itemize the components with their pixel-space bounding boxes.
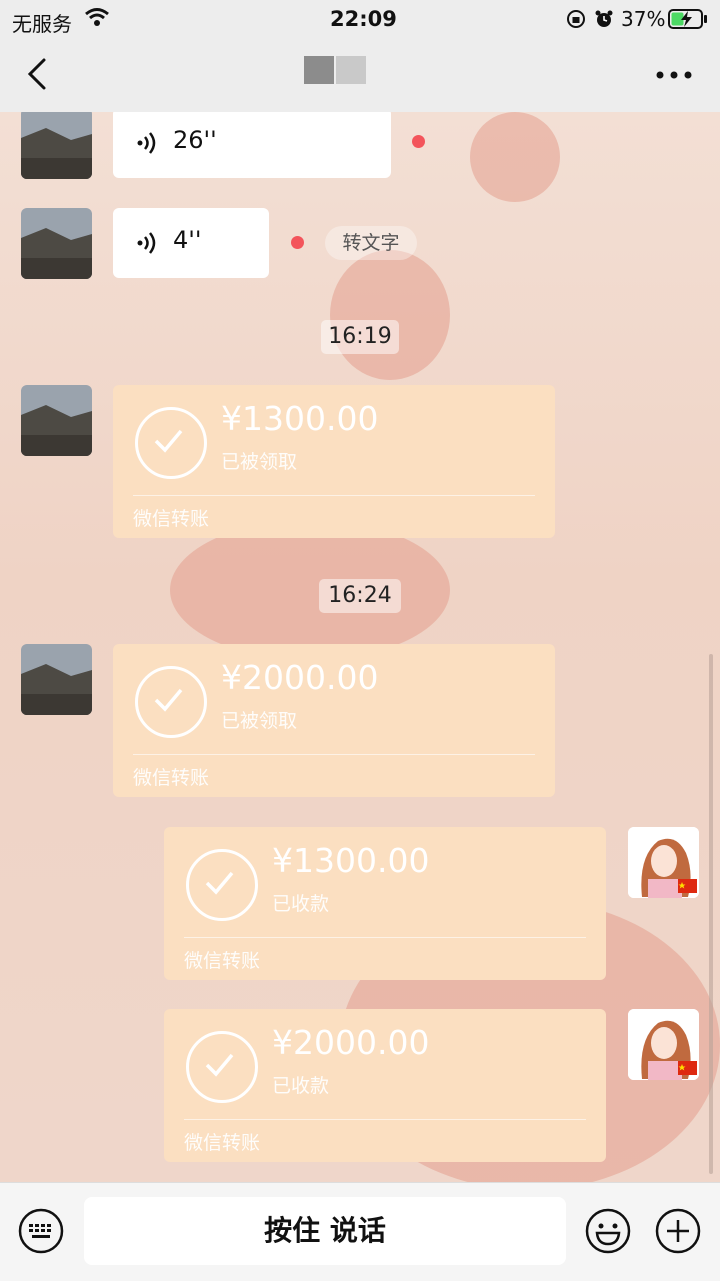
status-bar: 无服务 22:09 37%	[0, 0, 720, 40]
check-circle-icon	[186, 1031, 258, 1103]
transfer-label: 微信转账	[133, 508, 210, 530]
transfer-message[interactable]: ¥2000.00 已收款 微信转账	[164, 1009, 606, 1162]
transfer-label: 微信转账	[184, 950, 261, 972]
scrollbar[interactable]	[709, 654, 713, 1174]
check-circle-icon	[135, 407, 207, 479]
divider	[133, 495, 535, 496]
contact-avatar[interactable]	[21, 112, 92, 179]
input-bar: 按住 说话	[0, 1182, 720, 1281]
chevron-left-icon[interactable]	[18, 54, 58, 94]
self-avatar[interactable]	[628, 827, 699, 898]
transfer-label: 微信转账	[184, 1132, 261, 1154]
battery-percent: 37%	[621, 7, 666, 31]
transfer-message[interactable]: ¥1300.00 已被领取 微信转账	[113, 385, 555, 538]
more-dots-icon[interactable]	[652, 60, 696, 90]
voice-duration: 4''	[173, 226, 202, 254]
divider	[133, 754, 535, 755]
transfer-amount: ¥2000.00	[221, 658, 379, 697]
transfer-amount: ¥2000.00	[272, 1023, 430, 1062]
carrier-label: 无服务	[12, 12, 72, 36]
voice-wave-icon	[137, 132, 156, 154]
voice-message[interactable]: 26''	[113, 112, 391, 178]
contact-avatar[interactable]	[21, 208, 92, 279]
check-circle-icon	[186, 849, 258, 921]
unread-dot	[412, 135, 425, 148]
transfer-status: 已收款	[272, 893, 330, 915]
transfer-message[interactable]: ¥1300.00 已收款 微信转账	[164, 827, 606, 980]
convert-to-text-button[interactable]: 转文字	[325, 226, 417, 260]
hold-to-talk-button[interactable]: 按住 说话	[84, 1197, 566, 1265]
transfer-message[interactable]: ¥2000.00 已被领取 微信转账	[113, 644, 555, 797]
contact-avatar[interactable]	[21, 385, 92, 456]
orientation-lock-icon	[567, 10, 585, 28]
divider	[184, 937, 586, 938]
contact-name-blurred	[304, 56, 366, 84]
keyboard-icon[interactable]	[17, 1207, 65, 1255]
plus-icon[interactable]	[654, 1207, 702, 1255]
divider	[184, 1119, 586, 1120]
contact-avatar[interactable]	[21, 644, 92, 715]
transfer-status: 已收款	[272, 1075, 330, 1097]
wifi-icon	[85, 8, 109, 26]
message-list[interactable]: 26'' 4'' 转文字 16:19 ¥1300.00 已被领取 微信转账 16…	[0, 112, 720, 1182]
battery-charging-icon	[668, 9, 707, 29]
transfer-status: 已被领取	[221, 710, 298, 732]
unread-dot	[291, 236, 304, 249]
timestamp: 16:19	[321, 320, 399, 354]
emoji-icon[interactable]	[584, 1207, 632, 1255]
transfer-label: 微信转账	[133, 767, 210, 789]
voice-message[interactable]: 4''	[113, 208, 269, 278]
alarm-icon	[595, 10, 613, 27]
self-avatar[interactable]	[628, 1009, 699, 1080]
transfer-status: 已被领取	[221, 451, 298, 473]
voice-duration: 26''	[173, 126, 217, 154]
voice-wave-icon	[137, 232, 156, 254]
check-circle-icon	[135, 666, 207, 738]
nav-bar	[0, 40, 720, 112]
transfer-amount: ¥1300.00	[272, 841, 430, 880]
timestamp: 16:24	[319, 579, 401, 613]
clock: 22:09	[330, 7, 397, 31]
transfer-amount: ¥1300.00	[221, 399, 379, 438]
